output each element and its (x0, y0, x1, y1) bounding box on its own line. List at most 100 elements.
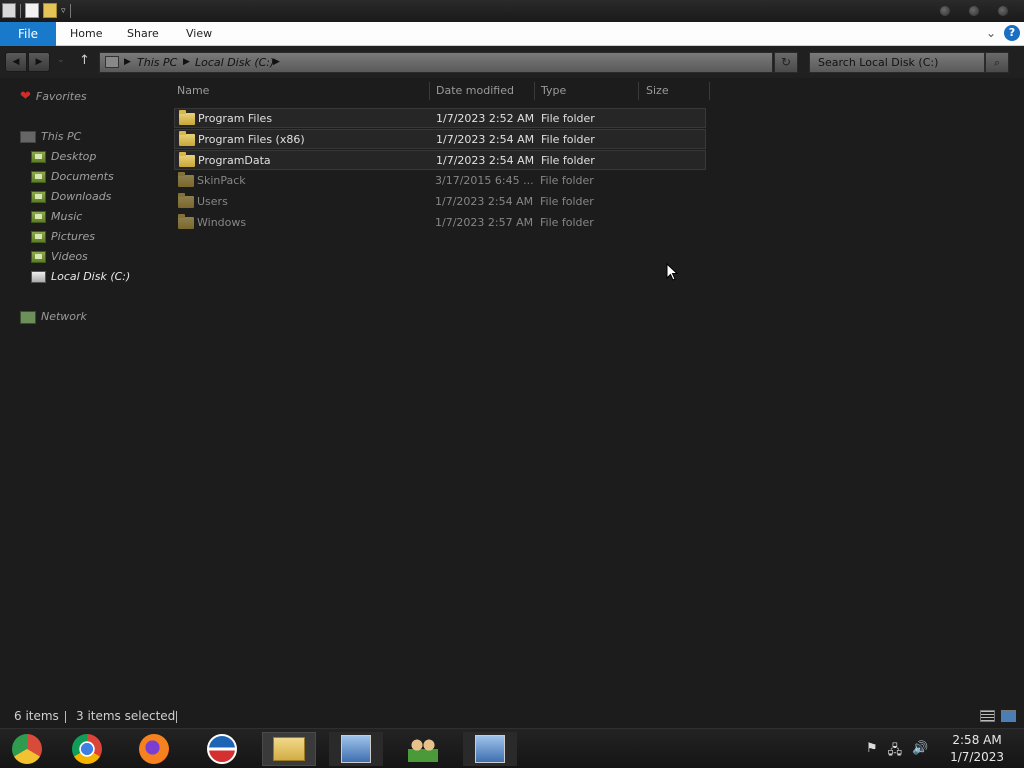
breadcrumb-local-disk[interactable]: Local Disk (C:) (195, 53, 274, 72)
sidebar-item-label: Local Disk (C:) (51, 270, 131, 283)
table-row[interactable]: Program Files 1/7/2023 2:52 AM File fold… (174, 108, 706, 128)
column-header-date-modified[interactable]: Date modified (436, 82, 514, 100)
sidebar-item-label: Network (41, 310, 87, 323)
sidebar-item-documents[interactable]: Documents (31, 168, 114, 186)
large-icons-view-icon[interactable] (1001, 710, 1016, 722)
tab-view[interactable]: View (186, 22, 212, 46)
sidebar-item-music[interactable]: Music (31, 208, 82, 226)
minimize-button[interactable] (940, 6, 950, 16)
file-name: Program Files (x86) (198, 133, 305, 146)
breadcrumb-chevron-icon[interactable]: ▶ (273, 53, 280, 72)
column-divider[interactable] (534, 82, 535, 100)
file-name: Program Files (198, 112, 273, 125)
sidebar-item-videos[interactable]: Videos (31, 248, 88, 266)
music-icon (31, 211, 46, 223)
system-clock[interactable]: 2:58 AM 1/7/2023 (950, 732, 1004, 766)
toolbar-separator (69, 3, 71, 18)
folder-icon (179, 131, 195, 146)
window-icon[interactable] (2, 3, 16, 18)
documents-icon (31, 171, 46, 183)
sidebar-item-desktop[interactable]: Desktop (31, 148, 96, 166)
close-button[interactable] (998, 6, 1008, 16)
refresh-button[interactable]: ↻ (774, 52, 798, 73)
file-name: ProgramData (198, 154, 271, 167)
videos-icon (31, 251, 46, 263)
volume-icon[interactable]: 🔊 (912, 741, 928, 763)
sidebar-item-label: Downloads (51, 190, 112, 203)
network-status-icon[interactable]: 🖧 (888, 741, 903, 763)
address-bar[interactable]: ▶ This PC ▶ Local Disk (C:) ▶ (99, 52, 773, 73)
folder-icon (178, 172, 194, 187)
column-divider[interactable] (709, 82, 710, 100)
taskbar-app[interactable] (195, 732, 249, 766)
heart-icon: ❤ (20, 89, 31, 104)
sidebar-item-local-disk[interactable]: Local Disk (C:) (26, 268, 145, 286)
column-divider[interactable] (429, 82, 430, 100)
file-date: 1/7/2023 2:54 AM (436, 133, 535, 146)
sidebar-item-label: Favorites (35, 90, 87, 103)
search-input[interactable]: Search Local Disk (C:) (809, 52, 985, 73)
window-controls (940, 6, 1008, 16)
sidebar-item-pictures[interactable]: Pictures (31, 228, 95, 246)
sidebar-item-network[interactable]: Network (20, 308, 87, 326)
column-header-type[interactable]: Type (541, 82, 566, 100)
forward-button[interactable]: ▶ (28, 52, 50, 72)
taskbar-chromium[interactable] (0, 732, 54, 766)
sidebar-item-favorites[interactable]: ❤ Favorites (20, 88, 87, 106)
taskbar-network-setup-2[interactable] (463, 732, 517, 766)
expand-ribbon-icon[interactable]: ⌄ (986, 26, 996, 40)
details-view-icon[interactable] (980, 710, 995, 722)
column-header-size[interactable]: Size (646, 82, 669, 100)
tab-home[interactable]: Home (70, 22, 102, 46)
column-divider[interactable] (638, 82, 639, 100)
sidebar-item-label: Videos (51, 250, 88, 263)
properties-icon[interactable] (25, 3, 39, 18)
table-row[interactable]: Windows 1/7/2023 2:57 AM File folder (174, 213, 706, 233)
sidebar-item-downloads[interactable]: Downloads (31, 188, 111, 206)
obama-logo-icon (207, 734, 237, 764)
clock-time: 2:58 AM (952, 733, 1002, 747)
recent-locations-icon[interactable]: ⌄ (57, 55, 65, 65)
taskbar-file-explorer[interactable] (262, 732, 316, 766)
desktop-screen: { "ribbon": { "tabs": [ {"label": "File"… (0, 0, 1024, 768)
up-arrow-icon[interactable]: ↑ (79, 53, 90, 68)
column-header-name[interactable]: Name (177, 82, 209, 100)
breadcrumb-chevron-icon[interactable]: ▶ (183, 53, 190, 72)
taskbar-chrome[interactable] (60, 732, 114, 766)
breadcrumb-this-pc[interactable]: This PC (137, 53, 177, 72)
maximize-button[interactable] (969, 6, 979, 16)
item-count: 6 items (14, 709, 59, 723)
taskbar: ⚑ 🖧 🔊 2:58 AM 1/7/2023 (0, 728, 1024, 768)
pictures-icon (31, 231, 46, 243)
file-type: File folder (541, 133, 595, 146)
back-button[interactable]: ◀ (5, 52, 27, 72)
breadcrumb-chevron-icon[interactable]: ▶ (124, 53, 131, 72)
action-center-flag-icon[interactable]: ⚑ (866, 741, 878, 763)
search-icon[interactable]: ⌕ (985, 52, 1009, 73)
taskbar-users[interactable] (396, 732, 450, 766)
taskbar-network-setup[interactable] (329, 732, 383, 766)
system-tray: ⚑ 🖧 🔊 (866, 741, 928, 763)
new-folder-icon[interactable] (43, 3, 57, 18)
file-type: File folder (540, 216, 594, 229)
table-row[interactable]: ProgramData 1/7/2023 2:54 AM File folder (174, 150, 706, 170)
taskbar-firefox[interactable] (127, 732, 181, 766)
tab-file[interactable]: File (0, 22, 56, 46)
table-row[interactable]: Program Files (x86) 1/7/2023 2:54 AM Fil… (174, 129, 706, 149)
sidebar-item-this-pc[interactable]: This PC (20, 128, 81, 146)
file-type: File folder (541, 112, 595, 125)
tab-share[interactable]: Share (127, 22, 159, 46)
folder-icon (179, 110, 195, 125)
file-explorer-icon (273, 737, 305, 761)
firefox-icon (139, 734, 169, 764)
desktop-icon (31, 151, 46, 163)
network-setup-icon (341, 735, 371, 763)
sidebar-item-label: This PC (41, 130, 82, 143)
customize-dropdown-icon[interactable]: ▿ (61, 6, 66, 16)
table-row[interactable]: SkinPack 3/17/2015 6:45 ... File folder (174, 171, 706, 191)
toolbar-separator (20, 3, 21, 18)
sidebar-item-label: Music (51, 210, 83, 223)
table-row[interactable]: Users 1/7/2023 2:54 AM File folder (174, 192, 706, 212)
sidebar-item-label: Documents (51, 170, 114, 183)
help-icon[interactable]: ? (1004, 25, 1020, 41)
